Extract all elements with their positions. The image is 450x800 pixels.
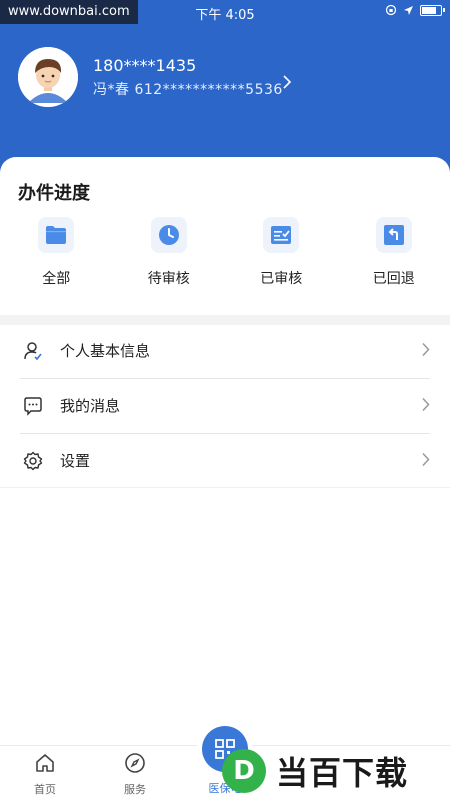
watermark-text: 当百下载: [276, 754, 409, 792]
return-arrow-icon: [375, 217, 412, 253]
chevron-right-icon: [422, 397, 430, 412]
chevron-right-icon[interactable]: [282, 74, 292, 90]
reviewed-document-icon: [263, 217, 300, 253]
progress-status-row: 全部 待审核 已审核 已回退: [0, 217, 450, 301]
nav-item-home[interactable]: 首页: [0, 752, 90, 797]
status-label-all: 全部: [42, 271, 71, 287]
menu-item-messages[interactable]: 我的消息: [0, 378, 450, 433]
home-icon: [36, 754, 54, 772]
folder-icon: [38, 217, 75, 253]
watermark-mark: D: [222, 749, 266, 793]
compass-icon: [125, 753, 145, 773]
menu-label-personal-info: 个人基本信息: [60, 342, 151, 360]
status-label-pending: 待审核: [147, 271, 190, 287]
clock-icon: [150, 217, 187, 253]
status-item-pending[interactable]: 待审核: [113, 217, 226, 301]
nav-label-service: 服务: [124, 783, 146, 796]
message-icon: [22, 395, 44, 417]
nav-label-home: 首页: [34, 783, 56, 796]
chevron-right-icon: [422, 342, 430, 357]
menu-label-messages: 我的消息: [60, 397, 121, 415]
watermark-logo: D 当百下载: [222, 742, 450, 800]
profile-id-line: 冯*春 612***********5536: [93, 81, 283, 98]
progress-title: 办件进度: [18, 183, 90, 204]
menu-bottom-border: [0, 487, 450, 488]
battery-icon: [420, 4, 445, 16]
site-watermark: www.downbai.com: [0, 0, 138, 24]
battery-fill: [422, 6, 436, 14]
profile-phone: 180****1435: [93, 55, 197, 75]
chevron-right-icon: [422, 452, 430, 467]
settings-menu: 个人基本信息 我的消息 设置: [0, 323, 450, 488]
status-label-returned: 已回退: [372, 271, 415, 287]
gear-icon: [22, 450, 44, 472]
menu-item-personal-info[interactable]: 个人基本信息: [0, 323, 450, 378]
status-item-all[interactable]: 全部: [0, 217, 113, 301]
status-icons: [385, 4, 445, 16]
nav-item-service[interactable]: 服务: [90, 752, 180, 797]
status-item-reviewed[interactable]: 已审核: [225, 217, 338, 301]
profile-text: 180****1435 冯*春 612***********5536: [93, 56, 283, 99]
avatar-illustration: [18, 47, 78, 107]
orientation-lock-icon: [385, 4, 397, 16]
status-label-reviewed: 已审核: [260, 271, 303, 287]
user-check-icon: [22, 340, 44, 362]
avatar[interactable]: [18, 47, 78, 107]
content-panel: 办件进度 全部 待审核 已审核 已回退 个人基本信息 我的消息 设置: [0, 157, 450, 800]
profile-card[interactable]: 180****1435 冯*春 612***********5536: [18, 46, 438, 108]
menu-label-settings: 设置: [60, 452, 91, 470]
location-arrow-icon: [404, 5, 413, 15]
menu-item-settings[interactable]: 设置: [0, 433, 450, 488]
status-item-returned[interactable]: 已回退: [338, 217, 450, 301]
